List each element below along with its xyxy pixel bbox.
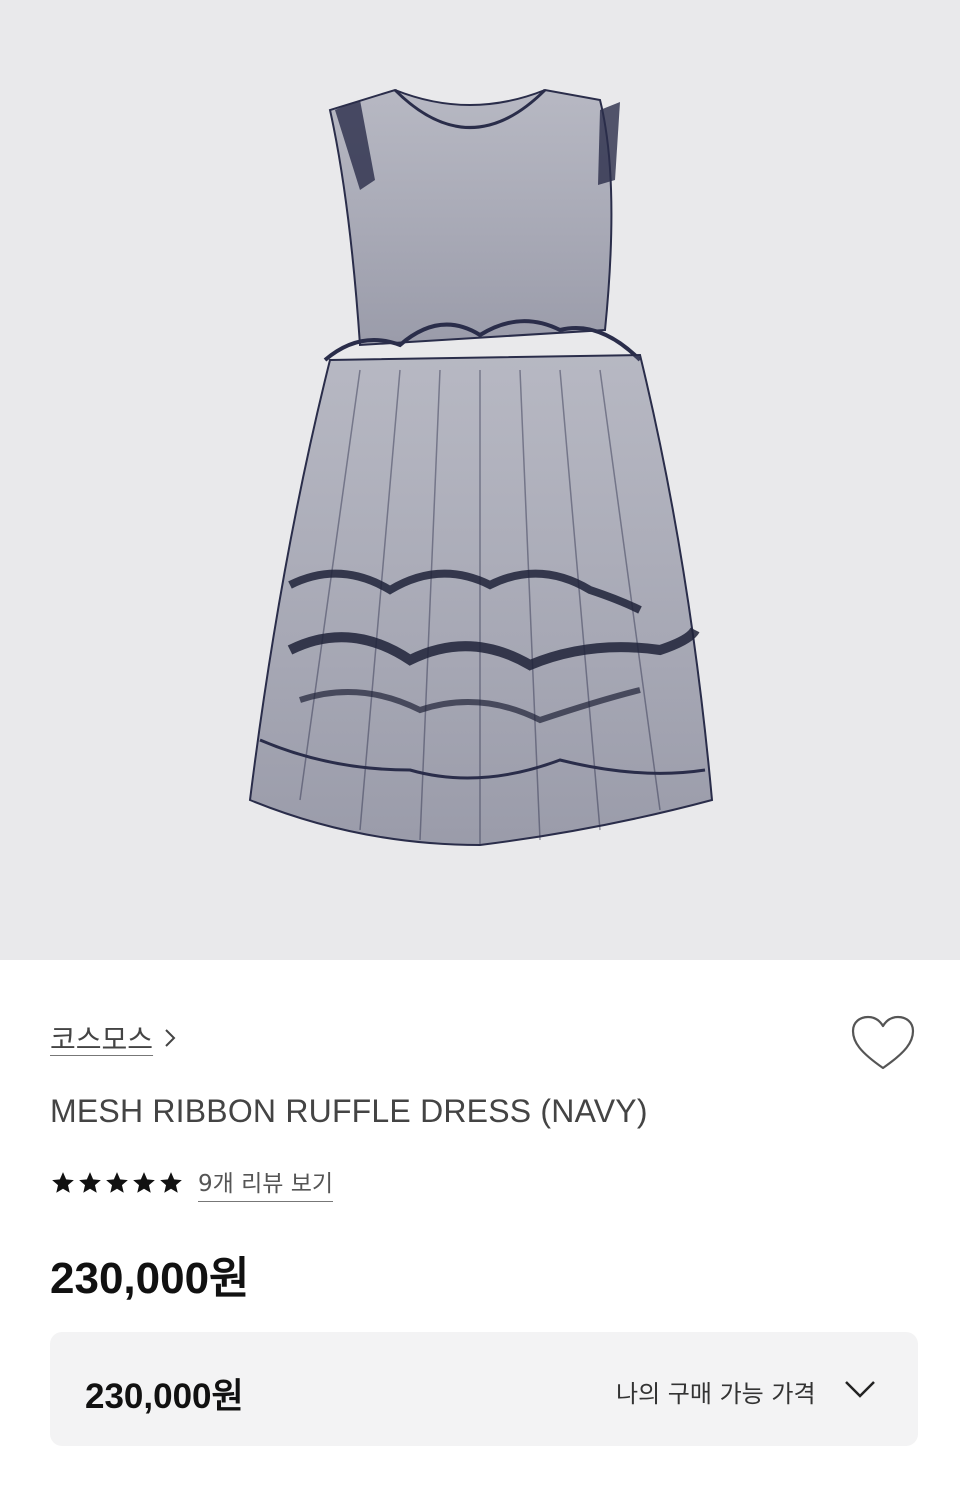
star-icon <box>133 1172 155 1193</box>
chevron-down-icon <box>845 1381 875 1398</box>
brand-link[interactable]: 코스모스 <box>50 1018 177 1058</box>
star-rating <box>50 1170 184 1196</box>
product-price: 230,000원 <box>50 1254 250 1303</box>
chevron-right-icon <box>165 1029 176 1047</box>
my-price-value: 230,000원 <box>85 1377 244 1416</box>
heart-outline-icon[interactable] <box>850 1014 916 1072</box>
brand-name: 코스모스 <box>50 1023 154 1056</box>
product-image-area <box>0 0 960 960</box>
reviews-link[interactable]: 9개 리뷰 보기 <box>198 1164 334 1202</box>
my-price-label: 나의 구매 가능 가격 <box>616 1380 816 1408</box>
dress-image <box>248 88 714 847</box>
star-icon <box>79 1172 101 1193</box>
star-icon <box>52 1172 74 1193</box>
rating-row: 9개 리뷰 보기 <box>50 1164 334 1202</box>
product-title: MESH RIBBON RUFFLE DRESS (NAVY) <box>50 1093 648 1129</box>
star-icon <box>106 1172 128 1193</box>
product-info: 코스모스 MESH RIBBON RUFFLE DRESS (NAVY) 9개 … <box>0 960 960 1500</box>
star-icon <box>160 1172 182 1193</box>
my-price-dropdown[interactable]: 230,000원 나의 구매 가능 가격 <box>50 1332 918 1446</box>
